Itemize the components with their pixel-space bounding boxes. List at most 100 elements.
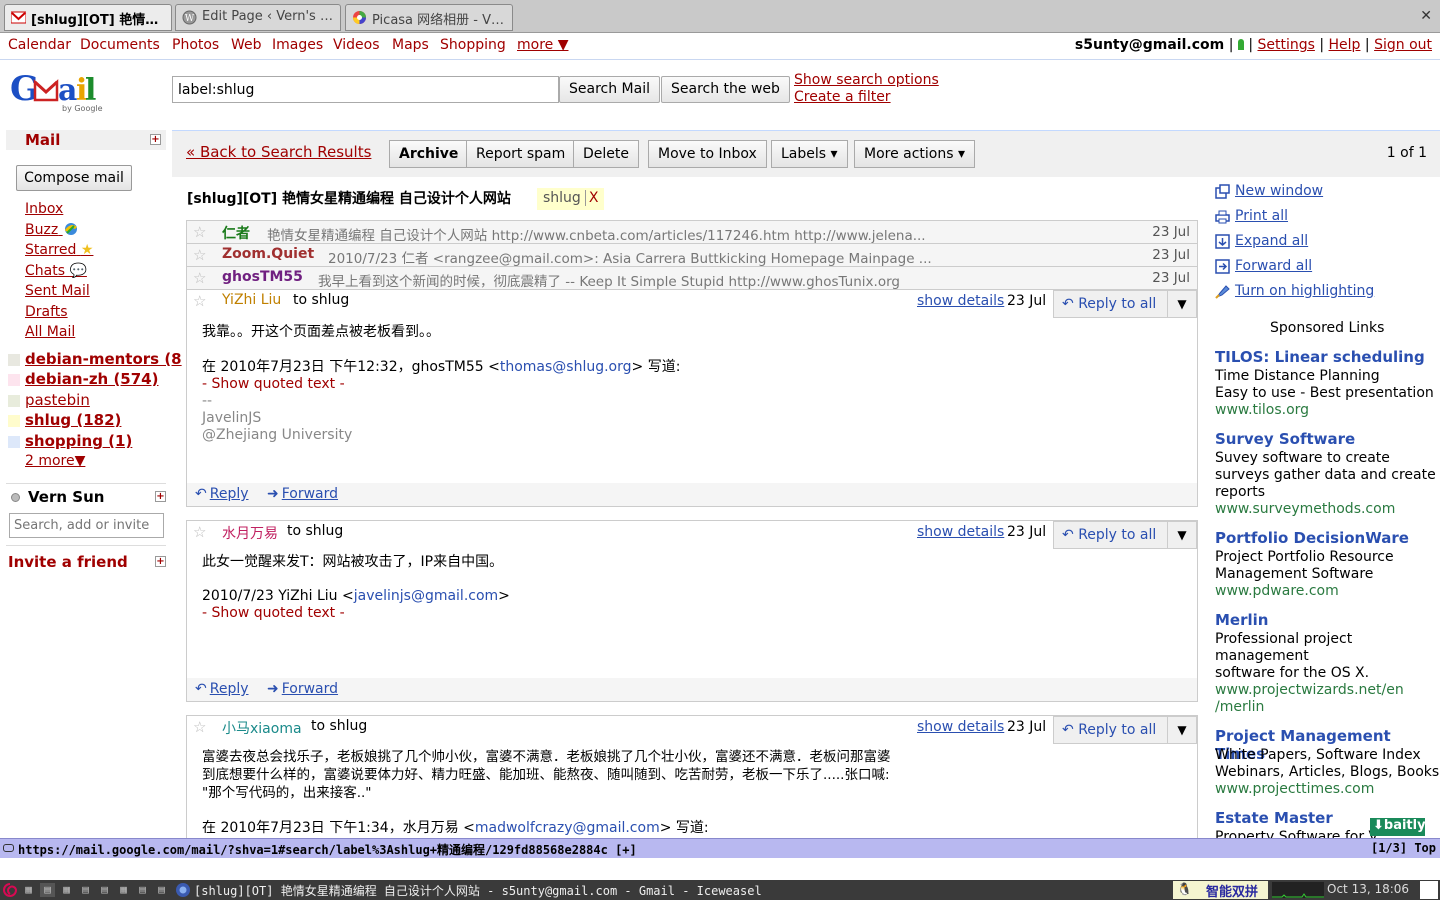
show-quoted-text-link[interactable]: - Show quoted text - <box>202 376 345 393</box>
compose-button[interactable]: Compose mail <box>16 165 132 191</box>
highlighter-icon[interactable] <box>1215 284 1230 299</box>
move-to-inbox-button[interactable]: Move to Inbox <box>648 140 767 168</box>
workspace-icon[interactable]: ▤ <box>78 883 93 897</box>
forward-link[interactable]: ➜ Forward <box>267 486 338 502</box>
sign-out-link[interactable]: Sign out <box>1374 37 1432 53</box>
label-debian-mentors[interactable]: debian-mentors (8 <box>25 350 182 368</box>
ad-url[interactable]: www.tilos.org <box>1215 402 1309 419</box>
debian-swirl-icon[interactable] <box>2 882 18 898</box>
taskbar-tray-icon[interactable] <box>1420 881 1438 899</box>
workspace-icon[interactable]: ▤ <box>135 883 150 897</box>
gbar-link-images[interactable]: Images <box>272 37 323 53</box>
reply-link[interactable]: ↶ Reply <box>195 681 249 697</box>
label-chip[interactable]: shlug X <box>537 188 605 210</box>
quote-email-link[interactable]: thomas@shlug.org <box>500 359 632 375</box>
gbar-link-maps[interactable]: Maps <box>392 37 429 53</box>
workspace-icon[interactable]: ▤ <box>97 883 112 897</box>
quote-email-link[interactable]: javelinjs@gmail.com <box>354 588 498 604</box>
ad-title[interactable]: Merlin <box>1215 611 1268 629</box>
delete-button[interactable]: Delete <box>573 140 639 168</box>
back-to-results-link[interactable]: « Back to Search Results <box>186 143 371 161</box>
mail-section-header[interactable]: Mail <box>6 130 166 150</box>
more-labels-link[interactable]: 2 more▼ <box>25 453 85 469</box>
print-all-link[interactable]: Print all <box>1235 208 1288 224</box>
label-color-swatch[interactable] <box>8 415 20 427</box>
chat-status-icon[interactable] <box>11 493 20 502</box>
print-icon[interactable] <box>1215 209 1230 224</box>
ad-url[interactable]: www.surveymethods.com <box>1215 501 1395 518</box>
reply-all-button[interactable]: ↶ Reply to all <box>1053 290 1168 318</box>
workspace-icon[interactable]: ▦ <box>21 883 36 897</box>
sidebar-item-inbox[interactable]: Inbox <box>25 201 63 217</box>
label-pastebin[interactable]: pastebin <box>25 391 90 409</box>
gbar-link-videos[interactable]: Videos <box>333 37 380 53</box>
collapsed-message[interactable]: ☆ 仁者 艳情女星精通编程 自己设计个人网站 http://www.cnbeta… <box>186 220 1198 243</box>
star-icon[interactable]: ☆ <box>193 292 206 310</box>
forward-all-link[interactable]: Forward all <box>1235 258 1312 274</box>
ad-title[interactable]: Portfolio DecisionWare <box>1215 529 1409 547</box>
reply-options-dropdown[interactable]: ▼ <box>1167 521 1197 549</box>
show-details-link[interactable]: show details <box>917 293 1004 309</box>
gmail-logo[interactable]: G a i l by Google <box>10 68 110 116</box>
ad-title[interactable]: TILOS: Linear scheduling <box>1215 348 1425 366</box>
reply-all-button[interactable]: ↶ Reply to all <box>1053 716 1168 744</box>
show-quoted-text-link[interactable]: - Show quoted text - <box>202 605 345 622</box>
taskbar-window-title[interactable]: [shlug][OT] 艳情女星精通编程 自己设计个人网站 - s5unty@g… <box>194 882 762 899</box>
ad-title[interactable]: Estate Master <box>1215 809 1333 827</box>
show-search-options-link[interactable]: Show search options <box>794 72 939 89</box>
more-actions-dropdown[interactable]: More actions ▾ <box>854 140 976 168</box>
remove-label-icon[interactable]: X <box>584 190 599 206</box>
input-method-indicator[interactable]: 🐧 智能双拼 <box>1173 881 1268 900</box>
show-details-link[interactable]: show details <box>917 524 1004 540</box>
chat-search-input[interactable] <box>9 513 164 538</box>
label-color-swatch[interactable] <box>8 374 20 386</box>
search-mail-button[interactable]: Search Mail <box>559 76 660 103</box>
label-color-swatch[interactable] <box>8 354 20 366</box>
quote-email-link[interactable]: madwolfcrazy@gmail.com <box>475 820 660 836</box>
collapsed-message[interactable]: ☆ ghosTM55 我早上看到这个新闻的时候，彻底震精了 -- Keep It… <box>186 266 1198 289</box>
label-chip-text[interactable]: shlug <box>543 190 581 206</box>
workspace-icon[interactable]: ▦ <box>116 883 131 897</box>
chat-user-name[interactable]: Vern Sun <box>28 488 104 506</box>
label-debian-zh[interactable]: debian-zh (574) <box>25 370 158 388</box>
expand-icon[interactable] <box>1215 234 1230 249</box>
chat-expand-icon[interactable]: + <box>155 491 166 502</box>
reply-options-dropdown[interactable]: ▼ <box>1167 290 1197 318</box>
message-sender[interactable]: YiZhi Liu <box>222 292 281 308</box>
ad-url[interactable]: www.projectwizards.net/en /merlin <box>1215 682 1415 716</box>
expand-all-link[interactable]: Expand all <box>1235 233 1308 249</box>
workspace-icon[interactable]: ▤ <box>154 883 169 897</box>
close-tab-icon[interactable]: ✕ <box>1420 8 1432 24</box>
collapsed-message[interactable]: ☆ Zoom.Quiet 2010/7/23 仁者 <rangzee@gmail… <box>186 243 1198 266</box>
ad-title[interactable]: Survey Software <box>1215 430 1355 448</box>
label-shopping[interactable]: shopping (1) <box>25 432 132 450</box>
label-color-swatch[interactable] <box>8 395 20 407</box>
sidebar-item-sent[interactable]: Sent Mail <box>25 283 90 299</box>
gbar-link-photos[interactable]: Photos <box>172 37 219 53</box>
sidebar-item-chats[interactable]: Chats 💬 <box>25 263 87 279</box>
new-window-link[interactable]: New window <box>1235 183 1323 199</box>
reply-link[interactable]: ↶ Reply <box>195 486 249 502</box>
mail-expand-icon[interactable]: + <box>150 134 161 145</box>
ad-url[interactable]: www.projecttimes.com <box>1215 781 1374 798</box>
archive-button[interactable]: Archive <box>389 140 469 168</box>
reply-options-dropdown[interactable]: ▼ <box>1167 716 1197 744</box>
gbar-link-documents[interactable]: Documents <box>80 37 160 53</box>
report-spam-button[interactable]: Report spam <box>466 140 576 168</box>
status-indicator-icon[interactable] <box>1237 39 1244 50</box>
sidebar-item-starred[interactable]: Starred ★ <box>25 242 93 258</box>
browser-tab-picasa[interactable]: Picasa 网络相册 - V… <box>345 4 513 31</box>
star-icon[interactable]: ☆ <box>193 523 206 541</box>
label-color-swatch[interactable] <box>8 436 20 448</box>
baitly-badge[interactable]: ⬇baitly <box>1370 818 1426 836</box>
star-icon[interactable]: ☆ <box>193 269 206 287</box>
turn-on-highlighting-link[interactable]: Turn on highlighting <box>1235 283 1374 299</box>
sidebar-item-all-mail[interactable]: All Mail <box>25 324 75 340</box>
new-window-icon[interactable] <box>1215 184 1230 199</box>
browser-tab-gmail[interactable]: [shlug][OT] 艳情… <box>4 4 172 31</box>
invite-friend-link[interactable]: Invite a friend <box>8 553 128 571</box>
browser-tab-wordpress[interactable]: W Edit Page ‹ Vern's … <box>175 4 341 31</box>
star-icon[interactable]: ☆ <box>193 718 206 736</box>
ad-url[interactable]: www.pdware.com <box>1215 583 1339 600</box>
message-sender[interactable]: 水月万易 <box>222 523 278 543</box>
